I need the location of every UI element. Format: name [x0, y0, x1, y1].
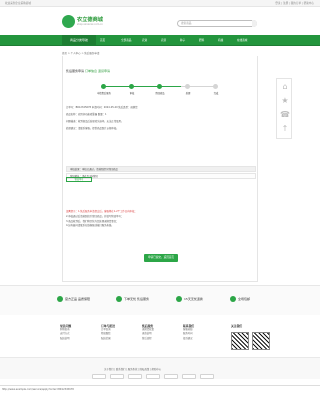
issue-description: 问题描述：收到商品后发现喷头损坏，无法正常使用。 [66, 120, 124, 123]
footer-col: 关注我们 [231, 324, 243, 328]
bottom-links[interactable]: 关于我们 | 联系我们 | 服务条款 | 隐私政策 | 帮助中心 [104, 367, 161, 371]
tip-item: 4.如有疑问请联系在线客服或拨打服务热线。 [66, 224, 114, 228]
footer-col: 售后服务 退换货政策 退款说明 售后流程 [142, 324, 154, 340]
step-label: 申请售后服务 [97, 92, 111, 95]
certificate-badge [182, 374, 196, 379]
footer-columns: 常见问题 购物指南 支付方式 配送说明 订单与配送 订单查询 物流跟踪 配送范围… [0, 314, 320, 356]
step-dot [213, 84, 218, 89]
top-bar-right[interactable]: 登录 | 注册 | 我的订单 | 帮助中心 [275, 1, 314, 5]
nav-item[interactable]: 机械 [218, 35, 223, 46]
step-dot [129, 84, 134, 89]
tracking-number-label[interactable]: 物流单号 [66, 177, 92, 182]
qr-code-icon [252, 332, 270, 350]
step-dot [101, 84, 106, 89]
feature-item: 下单无忧 售后服务 [116, 296, 149, 302]
top-bar: 欢迎来到企业采购商城 登录 | 注册 | 我的订单 | 帮助中心 [0, 0, 320, 7]
logo-title[interactable]: 农立德商城 [77, 16, 103, 23]
check-icon [116, 296, 122, 302]
certificate-badge [110, 374, 124, 379]
search-input[interactable]: 搜索商品 [177, 20, 257, 27]
home-icon[interactable]: ⌂ [280, 82, 290, 92]
feature-item: 全场包邮 [230, 296, 250, 302]
return-home-button[interactable]: 申请已提交，返回首页 [144, 254, 178, 262]
progress-steps: 申请售后服务 审核 寄回商品 处理 完成 [97, 84, 219, 95]
nav-item[interactable]: 肥料 [199, 35, 204, 46]
logo-subtitle: shop.xxxxxxx.com.cn [77, 23, 103, 26]
feature-strip: 官方正品 品质保障 下单无忧 售后服务 15天无忧退换 全场包邮 [0, 285, 320, 315]
breadcrumb[interactable]: 首页 > 个人中心 > 售后服务申请 [62, 51, 99, 55]
order-info: 订单号：BR12345678 申请时间：2024-05-20 售后类型：退换货 [66, 106, 138, 109]
logo-icon[interactable] [62, 15, 75, 28]
status-bar: http://www.example.com/service/apply?ord… [0, 385, 320, 393]
review-result: 审核结果：审核已通过，请按照提示寄回商品 [66, 166, 256, 172]
certificate-badge [92, 374, 106, 379]
footer-col: 常见问题 购物指南 支付方式 配送说明 [60, 324, 72, 340]
main-nav: 商品分类导航 首页 全部商品 农资 农药 种子 肥料 机械 在线商城 [0, 35, 320, 46]
nav-item[interactable]: 首页 [100, 35, 105, 46]
nav-category[interactable]: 商品分类导航 [62, 35, 96, 46]
tips: 温馨提示：1.售后服务申请提交后，客服将在1-2个工作日内审核； 2.审核通过后… [66, 210, 256, 229]
nav-item[interactable]: 农药 [161, 35, 166, 46]
nav-item[interactable]: 种子 [180, 35, 185, 46]
feature-item: 官方正品 品质保障 [57, 296, 90, 302]
service-panel: 售后服务申请 订单信息 退货申请 申请售后服务 审核 寄回商品 处理 完成 订单… [62, 56, 258, 282]
step-dot [185, 84, 190, 89]
step-label: 寄回商品 [155, 92, 165, 95]
nav-item[interactable]: 全部商品 [121, 35, 131, 46]
feature-item: 15天无忧退换 [176, 296, 203, 302]
star-icon[interactable]: ★ [280, 96, 290, 106]
footer-col: 订单与配送 订单查询 物流跟踪 配送范围 [101, 324, 115, 340]
certificate-badge [128, 374, 142, 379]
nav-item[interactable]: 农资 [142, 35, 147, 46]
header: 农立德商城 shop.xxxxxxx.com.cn 搜索商品 [0, 7, 320, 35]
search-button[interactable] [252, 20, 257, 27]
certificate-badge [164, 374, 178, 379]
title-tag[interactable]: 退货申请 [98, 69, 110, 73]
handling-suggestion: 处理建议：请联系客服，提供商品照片以便审核。 [66, 127, 119, 130]
qr-code-icon [231, 332, 249, 350]
service-icon[interactable]: ☎ [280, 110, 290, 120]
nav-item[interactable]: 在线商城 [237, 35, 247, 46]
step-dot [157, 84, 162, 89]
footer-col: 联系我们 客服热线 服务时间 投诉建议 [183, 324, 195, 340]
floating-sidebar: ⌂ ★ ☎ ↑ [276, 78, 292, 139]
bottom-bar: 关于我们 | 联系我们 | 服务条款 | 隐私政策 | 帮助中心 [0, 357, 320, 379]
check-icon [176, 296, 182, 302]
top-bar-left: 欢迎来到企业采购商城 [5, 2, 31, 5]
step-label: 完成 [213, 92, 219, 95]
top-icon[interactable]: ↑ [280, 124, 290, 134]
certificate-badge [200, 374, 214, 379]
product-info: 商品名称：农用多功能喷雾器 数量：1 [66, 113, 107, 116]
check-icon [57, 296, 63, 302]
step-label: 审核 [129, 92, 135, 95]
title-tag[interactable]: 订单信息 [85, 69, 97, 73]
certificate-badge [146, 374, 160, 379]
page-root: 欢迎来到企业采购商城 登录 | 注册 | 我的订单 | 帮助中心 农立德商城 s… [0, 0, 320, 393]
step-label: 处理 [185, 92, 191, 95]
check-icon [230, 296, 236, 302]
return-address: 寄回地址：请在7日内寄回 [66, 173, 256, 179]
page-title: 售后服务申请 订单信息 退货申请 [66, 69, 110, 73]
title-text: 售后服务申请 [66, 69, 85, 73]
